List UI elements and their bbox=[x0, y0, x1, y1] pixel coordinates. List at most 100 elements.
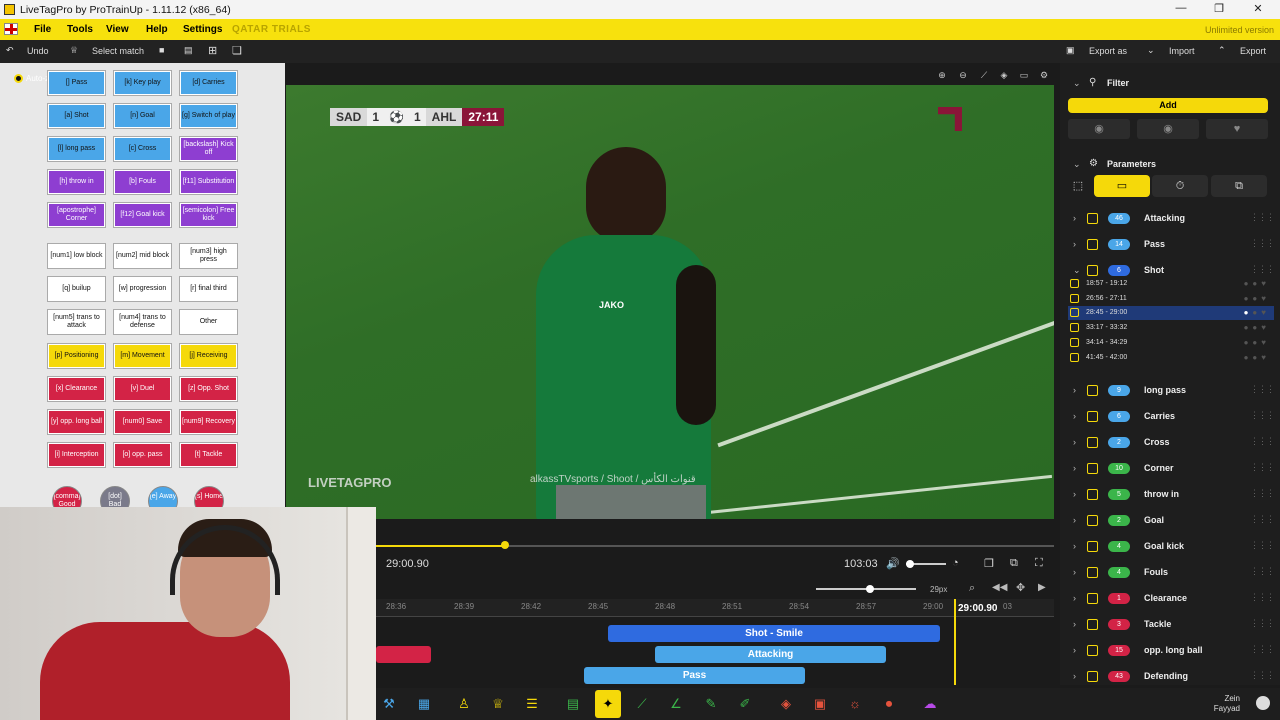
drag-handle-icon[interactable]: ⋮⋮⋮ bbox=[1250, 488, 1275, 499]
layout-icon[interactable]: ▤ bbox=[184, 45, 193, 56]
drag-handle-icon[interactable]: ⋮⋮⋮ bbox=[1250, 384, 1275, 395]
timeline-clip[interactable]: Shot - Smile bbox=[608, 625, 940, 642]
clip-rating-icon[interactable]: ●●♥ bbox=[1244, 294, 1270, 303]
trend-icon[interactable]: ⟋ bbox=[634, 696, 650, 712]
tag-button[interactable]: [b] Fouls bbox=[113, 169, 172, 195]
tag-button[interactable]: [] Pass bbox=[47, 70, 106, 96]
category-row[interactable]: › 43 Defending ⋮⋮⋮ bbox=[1060, 665, 1280, 689]
menu-tools[interactable]: Tools bbox=[67, 24, 93, 35]
tag-button[interactable]: [num0] Save bbox=[113, 409, 172, 435]
rewind-icon[interactable]: ◀◀ bbox=[992, 582, 1007, 593]
tag-button[interactable]: [j] Receiving bbox=[179, 343, 238, 369]
chevron-right-icon[interactable]: › bbox=[1073, 645, 1076, 655]
volume-icon[interactable]: 🔊 bbox=[886, 557, 900, 570]
user-name[interactable]: Zein Fayyad bbox=[1214, 694, 1240, 714]
timeline-clip[interactable] bbox=[376, 646, 431, 663]
undo-button[interactable]: Undo bbox=[27, 46, 49, 56]
tag-button[interactable]: [h] throw in bbox=[47, 169, 106, 195]
drag-handle-icon[interactable]: ⋮⋮⋮ bbox=[1250, 238, 1275, 249]
clip-rating-icon[interactable]: ●●♥ bbox=[1244, 279, 1270, 288]
fill-icon[interactable]: ◈ bbox=[999, 70, 1009, 80]
chevron-right-icon[interactable]: › bbox=[1073, 411, 1076, 421]
tag-button[interactable]: [k] Key play bbox=[113, 70, 172, 96]
clip-checkbox[interactable] bbox=[1070, 279, 1079, 288]
trophy-icon[interactable]: ♕ bbox=[490, 696, 506, 712]
category-row[interactable]: › 1 Clearance ⋮⋮⋮ bbox=[1060, 587, 1280, 611]
tag-button[interactable]: [i] Interception bbox=[47, 442, 106, 468]
tag-button[interactable]: [c] Cross bbox=[113, 136, 172, 162]
category-row[interactable]: › 10 Corner ⋮⋮⋮ bbox=[1060, 457, 1280, 481]
chevron-right-icon[interactable]: › bbox=[1073, 671, 1076, 681]
copy-clip-icon[interactable]: ❐ bbox=[984, 557, 994, 570]
layers-tab-icon[interactable]: ⧉ bbox=[1211, 175, 1267, 197]
zoom-in-icon[interactable]: ⊕ bbox=[937, 70, 947, 80]
tag-button[interactable]: [f12] Goal kick bbox=[113, 202, 172, 228]
category-checkbox[interactable] bbox=[1087, 437, 1098, 448]
drag-handle-icon[interactable]: ⋮⋮⋮ bbox=[1250, 644, 1275, 655]
timeline-clip[interactable]: Pass bbox=[584, 667, 805, 684]
tag-button[interactable]: [y] opp. long ball bbox=[47, 409, 106, 435]
category-checkbox[interactable] bbox=[1087, 411, 1098, 422]
clip-rating-icon[interactable]: ●●♥ bbox=[1244, 338, 1270, 347]
cloud-icon[interactable]: ☁ bbox=[922, 696, 938, 712]
menu-settings[interactable]: Settings bbox=[183, 24, 222, 35]
film-icon[interactable]: ▦ bbox=[416, 696, 432, 712]
drag-handle-icon[interactable]: ⋮⋮⋮ bbox=[1250, 540, 1275, 551]
drag-handle-icon[interactable]: ⋮⋮⋮ bbox=[1250, 566, 1275, 577]
chevron-right-icon[interactable]: › bbox=[1073, 489, 1076, 499]
copy-icon[interactable]: ❏ bbox=[232, 44, 242, 57]
category-row[interactable]: › 14 Pass ⋮⋮⋮ bbox=[1060, 233, 1280, 257]
chevron-right-icon[interactable]: › bbox=[1073, 541, 1076, 551]
category-checkbox[interactable] bbox=[1087, 489, 1098, 500]
timeline-clip[interactable]: Attacking bbox=[655, 646, 886, 663]
layers-icon[interactable]: ◈ bbox=[778, 696, 794, 712]
menu-view[interactable]: View bbox=[106, 24, 129, 35]
clip-checkbox[interactable] bbox=[1070, 293, 1079, 303]
tag-button[interactable]: [d] Carries bbox=[179, 70, 238, 96]
tag-button[interactable]: [num2] mid block bbox=[113, 243, 172, 269]
search-icon[interactable]: ⌕ bbox=[969, 582, 975, 595]
zoom-handle[interactable] bbox=[866, 585, 874, 593]
category-checkbox[interactable] bbox=[1087, 239, 1098, 250]
category-checkbox[interactable] bbox=[1087, 645, 1098, 656]
category-row[interactable]: › 2 Goal ⋮⋮⋮ bbox=[1060, 509, 1280, 533]
chevron-right-icon[interactable]: › bbox=[1073, 567, 1076, 577]
clip-item[interactable]: 41:45 - 42:00 ●●♥ bbox=[1068, 351, 1274, 365]
tag-button[interactable]: [n] Goal bbox=[113, 103, 172, 129]
speed-icon[interactable]: ◔ bbox=[952, 557, 959, 569]
tag-button[interactable]: [v] Duel bbox=[113, 376, 172, 402]
progress-handle[interactable] bbox=[501, 541, 509, 549]
chevron-down-icon[interactable]: ⌄ bbox=[1073, 265, 1081, 276]
pin-icon[interactable]: ✦ bbox=[600, 696, 616, 712]
filter-favorite-icon[interactable]: ♥ bbox=[1206, 119, 1268, 139]
tag-button[interactable]: [p] Positioning bbox=[47, 343, 106, 369]
brush-icon[interactable]: ✐ bbox=[737, 696, 753, 712]
drag-handle-icon[interactable]: ⋮⋮⋮ bbox=[1250, 212, 1275, 223]
fullscreen-icon[interactable]: ⛶ bbox=[1035, 557, 1043, 570]
pen-icon[interactable]: ✎ bbox=[703, 696, 719, 712]
tag-button[interactable]: [semicolon] Free kick bbox=[179, 202, 238, 228]
clip-checkbox[interactable] bbox=[1070, 323, 1079, 333]
clip-rating-icon[interactable]: ●●♥ bbox=[1244, 323, 1270, 332]
chevron-right-icon[interactable]: › bbox=[1073, 437, 1076, 447]
tag-button[interactable]: [l] long pass bbox=[47, 136, 106, 162]
drag-handle-icon[interactable]: ⋮⋮⋮ bbox=[1250, 592, 1275, 603]
chevron-right-icon[interactable]: › bbox=[1073, 619, 1076, 629]
person-icon[interactable]: ♙ bbox=[456, 696, 472, 712]
tag-button[interactable]: [q] builup bbox=[47, 276, 106, 302]
category-row[interactable]: › 9 long pass ⋮⋮⋮ bbox=[1060, 379, 1280, 403]
category-checkbox[interactable] bbox=[1087, 213, 1098, 224]
category-checkbox[interactable] bbox=[1087, 541, 1098, 552]
grid-icon[interactable]: ⊞ bbox=[208, 44, 217, 57]
tag-button[interactable]: [num5] trans to attack bbox=[47, 309, 106, 335]
time-ruler[interactable]: 28:36 28:39 28:42 28:45 28:48 28:51 28:54 28:57… bbox=[376, 599, 1054, 617]
clip-item[interactable]: 18:57 - 19:12 ●●♥ bbox=[1068, 277, 1274, 291]
screen-icon[interactable]: ▭ bbox=[1019, 70, 1029, 80]
add-filter-button[interactable]: Add bbox=[1068, 98, 1268, 113]
tag-button[interactable]: [num4] trans to defense bbox=[113, 309, 172, 335]
tag-button[interactable]: [f11] Substitution bbox=[179, 169, 238, 195]
clip-checkbox[interactable] bbox=[1070, 308, 1079, 318]
select-area-icon[interactable]: ⬚ bbox=[1068, 175, 1088, 197]
angle-icon[interactable]: ∠ bbox=[668, 696, 684, 712]
export-button[interactable]: Export bbox=[1240, 46, 1266, 56]
